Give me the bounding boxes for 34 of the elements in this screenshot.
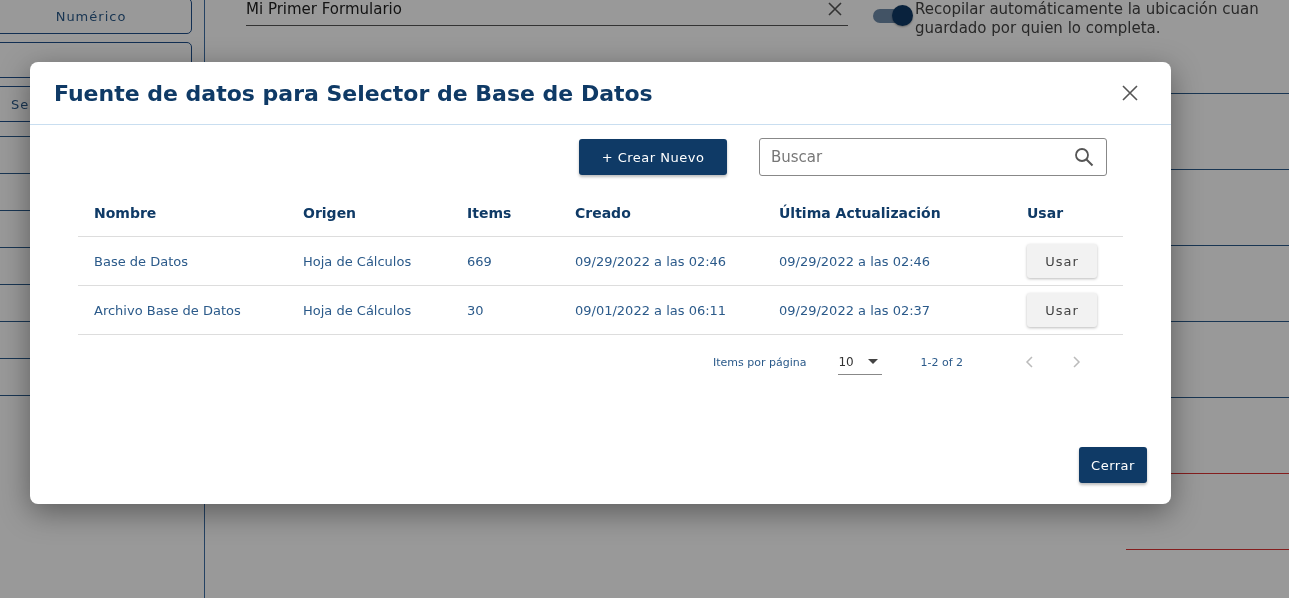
form-name-field[interactable]: Mi Primer Formulario <box>246 0 848 26</box>
dropdown-icon <box>868 359 879 364</box>
column-header: Usar <box>1027 205 1064 221</box>
table-cell: Archivo Base de Datos <box>94 302 241 318</box>
column-header: Última Actualización <box>779 205 941 221</box>
search-field[interactable]: Buscar <box>759 138 1107 176</box>
use-button[interactable]: Usar <box>1027 244 1097 278</box>
page-size-select[interactable]: 10 <box>838 349 883 375</box>
table-cell: Base de Datos <box>94 253 188 269</box>
page-range: 1-2 of 2 <box>920 355 963 369</box>
use-button[interactable]: Usar <box>1027 293 1097 327</box>
form-name-value: Mi Primer Formulario <box>246 0 402 18</box>
items-per-page-label: Items por página <box>712 355 807 369</box>
search-icon <box>1074 147 1094 167</box>
table-cell: Hoja de Cálculos <box>303 302 412 318</box>
column-header: Nombre <box>94 205 157 221</box>
table-cell: 09/01/2022 a las 06:11 <box>575 302 727 318</box>
column-header: Creado <box>575 205 631 221</box>
toggle-label: Recopilar automáticamente la ubicación cuan <box>915 0 1259 19</box>
close-icon[interactable] <box>1122 85 1138 101</box>
table-cell: 09/29/2022 a las 02:37 <box>779 302 931 318</box>
create-new-button[interactable]: + Crear Nuevo <box>579 139 727 175</box>
table-cell: Hoja de Cálculos <box>303 253 412 269</box>
toggle-label: guardado por quien lo completa. <box>915 19 1162 38</box>
table-cell: 09/29/2022 a las 02:46 <box>575 253 727 269</box>
dialog-title: Fuente de datos para Selector de Base de Datos <box>54 80 653 106</box>
table-cell: 30 <box>467 302 484 318</box>
close-button[interactable]: Cerrar <box>1079 447 1147 483</box>
close-icon[interactable] <box>828 2 842 16</box>
column-header: Items <box>467 205 512 221</box>
table-cell: 669 <box>467 253 492 269</box>
sidebar-button[interactable]: Numérico <box>0 0 192 34</box>
table-cell: 09/29/2022 a las 02:46 <box>779 253 931 269</box>
column-header: Origen <box>303 205 357 221</box>
